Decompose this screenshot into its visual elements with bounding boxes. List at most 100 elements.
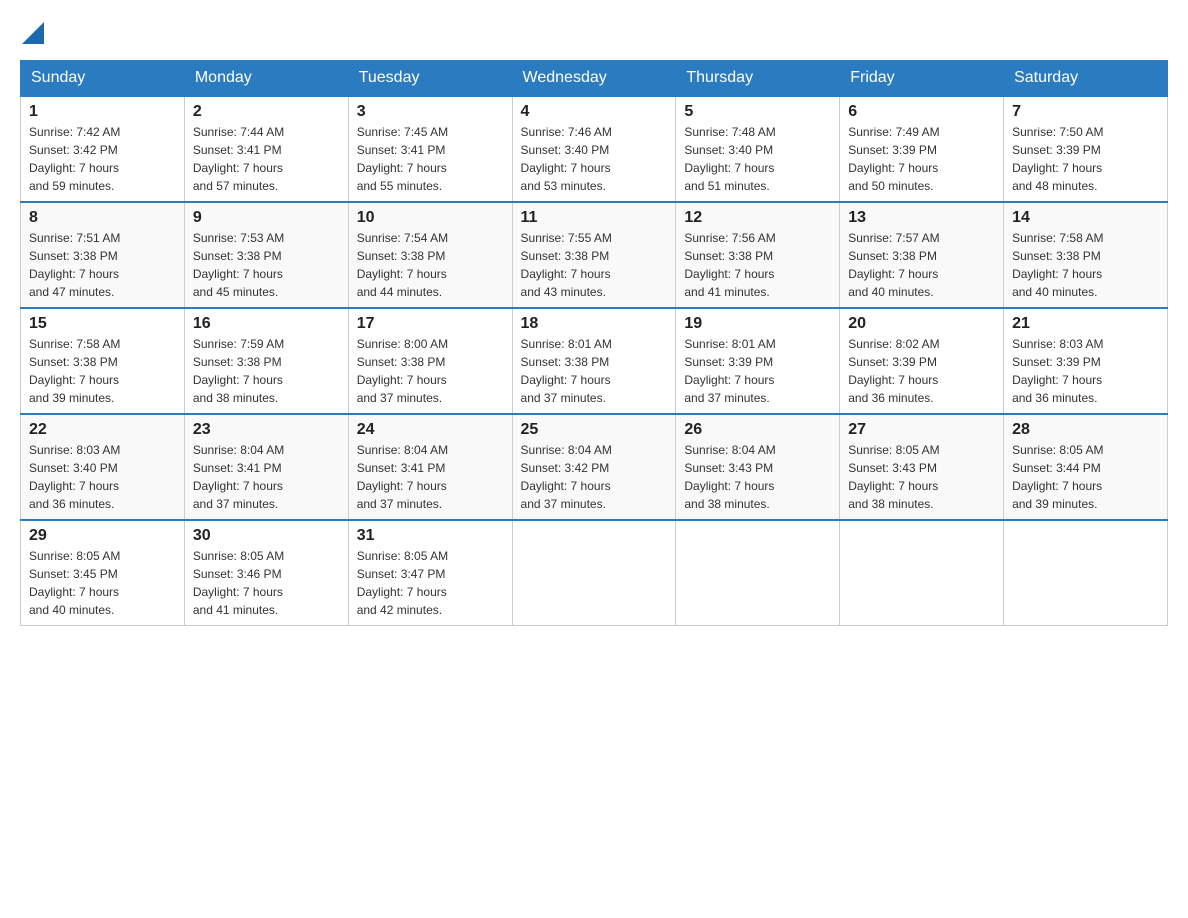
calendar-cell: 5 Sunrise: 7:48 AM Sunset: 3:40 PM Dayli… <box>676 96 840 202</box>
day-info: Sunrise: 8:00 AM Sunset: 3:38 PM Dayligh… <box>357 335 504 407</box>
calendar-week-row: 22 Sunrise: 8:03 AM Sunset: 3:40 PM Dayl… <box>21 414 1168 520</box>
day-number: 7 <box>1012 103 1159 121</box>
logo <box>20 20 44 44</box>
day-number: 21 <box>1012 315 1159 333</box>
calendar-header-saturday: Saturday <box>1004 61 1168 97</box>
calendar-cell: 1 Sunrise: 7:42 AM Sunset: 3:42 PM Dayli… <box>21 96 185 202</box>
day-info: Sunrise: 8:01 AM Sunset: 3:39 PM Dayligh… <box>684 335 831 407</box>
calendar-cell: 27 Sunrise: 8:05 AM Sunset: 3:43 PM Dayl… <box>840 414 1004 520</box>
day-info: Sunrise: 8:04 AM Sunset: 3:41 PM Dayligh… <box>357 441 504 513</box>
day-info: Sunrise: 7:50 AM Sunset: 3:39 PM Dayligh… <box>1012 123 1159 195</box>
calendar-week-row: 15 Sunrise: 7:58 AM Sunset: 3:38 PM Dayl… <box>21 308 1168 414</box>
calendar-cell: 17 Sunrise: 8:00 AM Sunset: 3:38 PM Dayl… <box>348 308 512 414</box>
day-info: Sunrise: 7:48 AM Sunset: 3:40 PM Dayligh… <box>684 123 831 195</box>
day-number: 27 <box>848 421 995 439</box>
calendar-cell: 6 Sunrise: 7:49 AM Sunset: 3:39 PM Dayli… <box>840 96 1004 202</box>
day-info: Sunrise: 7:56 AM Sunset: 3:38 PM Dayligh… <box>684 229 831 301</box>
day-info: Sunrise: 8:04 AM Sunset: 3:41 PM Dayligh… <box>193 441 340 513</box>
calendar-cell: 24 Sunrise: 8:04 AM Sunset: 3:41 PM Dayl… <box>348 414 512 520</box>
day-number: 15 <box>29 315 176 333</box>
day-number: 28 <box>1012 421 1159 439</box>
day-number: 20 <box>848 315 995 333</box>
day-number: 13 <box>848 209 995 227</box>
calendar-cell: 2 Sunrise: 7:44 AM Sunset: 3:41 PM Dayli… <box>184 96 348 202</box>
calendar-header-thursday: Thursday <box>676 61 840 97</box>
calendar-week-row: 8 Sunrise: 7:51 AM Sunset: 3:38 PM Dayli… <box>21 202 1168 308</box>
day-number: 2 <box>193 103 340 121</box>
day-number: 17 <box>357 315 504 333</box>
calendar-header-tuesday: Tuesday <box>348 61 512 97</box>
day-number: 1 <box>29 103 176 121</box>
day-info: Sunrise: 7:58 AM Sunset: 3:38 PM Dayligh… <box>29 335 176 407</box>
day-info: Sunrise: 8:03 AM Sunset: 3:39 PM Dayligh… <box>1012 335 1159 407</box>
day-number: 3 <box>357 103 504 121</box>
calendar-cell: 19 Sunrise: 8:01 AM Sunset: 3:39 PM Dayl… <box>676 308 840 414</box>
calendar-cell: 3 Sunrise: 7:45 AM Sunset: 3:41 PM Dayli… <box>348 96 512 202</box>
calendar-cell <box>1004 520 1168 626</box>
calendar-cell: 23 Sunrise: 8:04 AM Sunset: 3:41 PM Dayl… <box>184 414 348 520</box>
calendar-cell: 11 Sunrise: 7:55 AM Sunset: 3:38 PM Dayl… <box>512 202 676 308</box>
day-info: Sunrise: 8:04 AM Sunset: 3:43 PM Dayligh… <box>684 441 831 513</box>
day-number: 4 <box>521 103 668 121</box>
day-number: 31 <box>357 527 504 545</box>
day-info: Sunrise: 8:01 AM Sunset: 3:38 PM Dayligh… <box>521 335 668 407</box>
day-number: 16 <box>193 315 340 333</box>
calendar-cell: 14 Sunrise: 7:58 AM Sunset: 3:38 PM Dayl… <box>1004 202 1168 308</box>
day-info: Sunrise: 7:58 AM Sunset: 3:38 PM Dayligh… <box>1012 229 1159 301</box>
calendar-header-sunday: Sunday <box>21 61 185 97</box>
calendar-cell: 20 Sunrise: 8:02 AM Sunset: 3:39 PM Dayl… <box>840 308 1004 414</box>
day-info: Sunrise: 8:05 AM Sunset: 3:44 PM Dayligh… <box>1012 441 1159 513</box>
day-number: 23 <box>193 421 340 439</box>
calendar-header-monday: Monday <box>184 61 348 97</box>
calendar-week-row: 29 Sunrise: 8:05 AM Sunset: 3:45 PM Dayl… <box>21 520 1168 626</box>
calendar-cell: 7 Sunrise: 7:50 AM Sunset: 3:39 PM Dayli… <box>1004 96 1168 202</box>
calendar-cell: 8 Sunrise: 7:51 AM Sunset: 3:38 PM Dayli… <box>21 202 185 308</box>
day-info: Sunrise: 8:05 AM Sunset: 3:47 PM Dayligh… <box>357 547 504 619</box>
day-info: Sunrise: 7:53 AM Sunset: 3:38 PM Dayligh… <box>193 229 340 301</box>
calendar-cell: 28 Sunrise: 8:05 AM Sunset: 3:44 PM Dayl… <box>1004 414 1168 520</box>
day-number: 26 <box>684 421 831 439</box>
calendar-cell: 22 Sunrise: 8:03 AM Sunset: 3:40 PM Dayl… <box>21 414 185 520</box>
calendar-cell: 31 Sunrise: 8:05 AM Sunset: 3:47 PM Dayl… <box>348 520 512 626</box>
day-info: Sunrise: 8:03 AM Sunset: 3:40 PM Dayligh… <box>29 441 176 513</box>
day-info: Sunrise: 7:45 AM Sunset: 3:41 PM Dayligh… <box>357 123 504 195</box>
calendar-cell: 30 Sunrise: 8:05 AM Sunset: 3:46 PM Dayl… <box>184 520 348 626</box>
day-info: Sunrise: 7:49 AM Sunset: 3:39 PM Dayligh… <box>848 123 995 195</box>
calendar-cell: 25 Sunrise: 8:04 AM Sunset: 3:42 PM Dayl… <box>512 414 676 520</box>
day-info: Sunrise: 7:59 AM Sunset: 3:38 PM Dayligh… <box>193 335 340 407</box>
day-number: 19 <box>684 315 831 333</box>
day-number: 25 <box>521 421 668 439</box>
logo-triangle-icon <box>22 22 44 44</box>
day-number: 30 <box>193 527 340 545</box>
calendar-week-row: 1 Sunrise: 7:42 AM Sunset: 3:42 PM Dayli… <box>21 96 1168 202</box>
day-info: Sunrise: 8:04 AM Sunset: 3:42 PM Dayligh… <box>521 441 668 513</box>
day-info: Sunrise: 7:46 AM Sunset: 3:40 PM Dayligh… <box>521 123 668 195</box>
day-info: Sunrise: 7:51 AM Sunset: 3:38 PM Dayligh… <box>29 229 176 301</box>
calendar-table: SundayMondayTuesdayWednesdayThursdayFrid… <box>20 60 1168 626</box>
day-info: Sunrise: 8:05 AM Sunset: 3:46 PM Dayligh… <box>193 547 340 619</box>
day-info: Sunrise: 8:02 AM Sunset: 3:39 PM Dayligh… <box>848 335 995 407</box>
day-number: 12 <box>684 209 831 227</box>
calendar-cell: 12 Sunrise: 7:56 AM Sunset: 3:38 PM Dayl… <box>676 202 840 308</box>
calendar-cell <box>512 520 676 626</box>
calendar-cell: 13 Sunrise: 7:57 AM Sunset: 3:38 PM Dayl… <box>840 202 1004 308</box>
calendar-cell: 16 Sunrise: 7:59 AM Sunset: 3:38 PM Dayl… <box>184 308 348 414</box>
day-number: 10 <box>357 209 504 227</box>
day-number: 22 <box>29 421 176 439</box>
day-info: Sunrise: 7:44 AM Sunset: 3:41 PM Dayligh… <box>193 123 340 195</box>
calendar-header-row: SundayMondayTuesdayWednesdayThursdayFrid… <box>21 61 1168 97</box>
calendar-cell: 10 Sunrise: 7:54 AM Sunset: 3:38 PM Dayl… <box>348 202 512 308</box>
calendar-cell: 21 Sunrise: 8:03 AM Sunset: 3:39 PM Dayl… <box>1004 308 1168 414</box>
day-number: 9 <box>193 209 340 227</box>
day-number: 14 <box>1012 209 1159 227</box>
day-number: 11 <box>521 209 668 227</box>
calendar-header-wednesday: Wednesday <box>512 61 676 97</box>
calendar-cell <box>840 520 1004 626</box>
calendar-cell: 4 Sunrise: 7:46 AM Sunset: 3:40 PM Dayli… <box>512 96 676 202</box>
calendar-cell: 9 Sunrise: 7:53 AM Sunset: 3:38 PM Dayli… <box>184 202 348 308</box>
calendar-cell: 18 Sunrise: 8:01 AM Sunset: 3:38 PM Dayl… <box>512 308 676 414</box>
day-info: Sunrise: 7:55 AM Sunset: 3:38 PM Dayligh… <box>521 229 668 301</box>
day-info: Sunrise: 8:05 AM Sunset: 3:45 PM Dayligh… <box>29 547 176 619</box>
page-header <box>20 20 1168 44</box>
day-number: 6 <box>848 103 995 121</box>
